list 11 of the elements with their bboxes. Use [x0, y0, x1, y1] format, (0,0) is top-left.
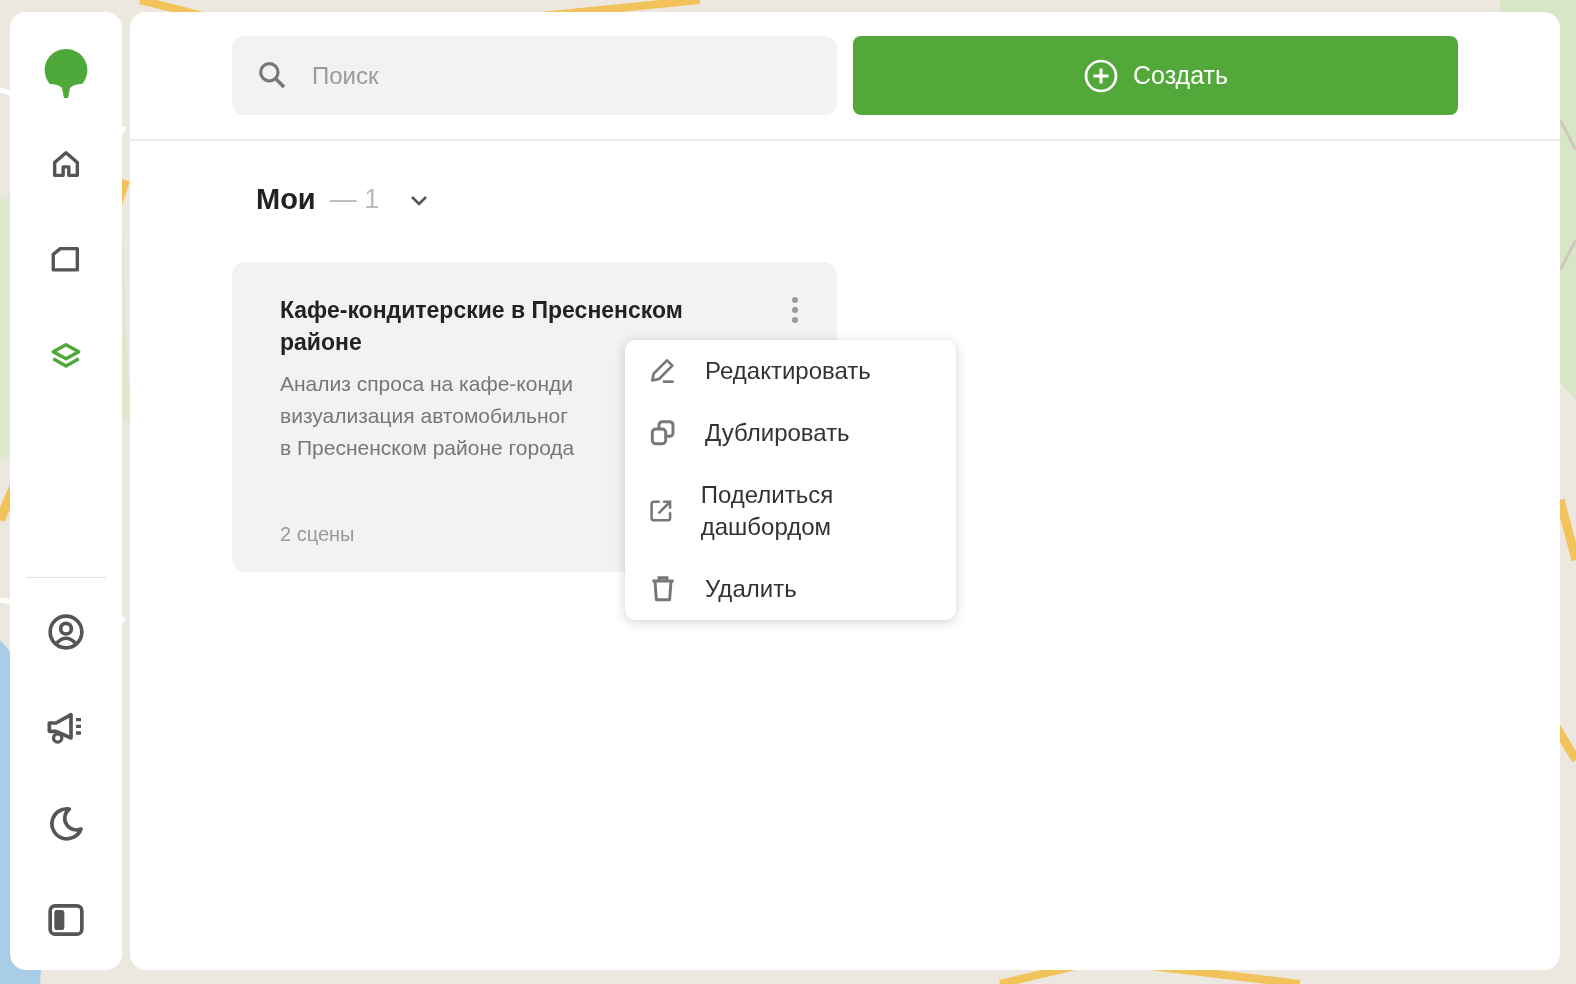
card-meta: 2 сцены	[280, 523, 355, 546]
card-description: в Пресненском районе города	[280, 435, 575, 461]
card-description: Анализ спроса на кафе-конди	[280, 371, 574, 397]
more-icon[interactable]	[791, 296, 799, 324]
section-title: Мои	[256, 183, 316, 216]
card-description: визуализация автомобильног	[280, 403, 568, 429]
section-count: — 1	[329, 184, 380, 215]
plus-circle-icon	[1083, 57, 1119, 94]
logo-icon[interactable]	[44, 48, 88, 98]
search-field[interactable]: Поиск	[232, 36, 837, 115]
profile-icon	[46, 612, 86, 652]
